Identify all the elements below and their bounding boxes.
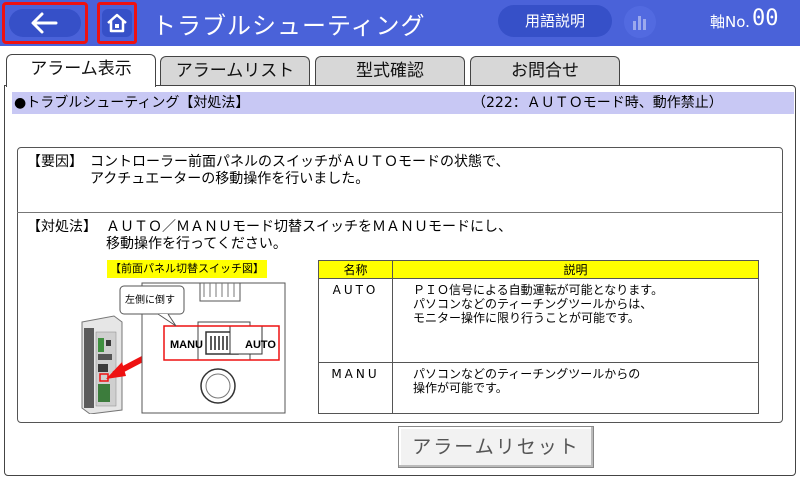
chart-button[interactable]	[624, 6, 656, 38]
remedy-label: 【対処法】	[27, 219, 97, 235]
table-row: MANU パソコンなどのティーチングツールからの 操作が可能です。	[318, 362, 759, 414]
tab-alarm-display[interactable]: アラーム表示	[6, 54, 156, 87]
mode-description: ＰＩＯ信号による自動運転が可能となります。 パソコンなどのティーチングツールから…	[392, 278, 759, 363]
header-bar: トラブルシューティング 用語説明 軸No. 00	[0, 0, 800, 46]
home-button[interactable]	[97, 2, 137, 44]
description-line: モニター操作に限り行うことが可能です。	[413, 311, 640, 325]
auto-label: AUTO	[245, 339, 276, 351]
tab-contact[interactable]: お問合せ	[470, 56, 620, 86]
bar-chart-icon	[633, 16, 646, 30]
mode-table: 名称 説明 AUTO ＰＩＯ信号による自動運転が可能となります。 パソコンなどの…	[318, 260, 759, 414]
table-header-description: 説明	[392, 260, 759, 279]
arrow-left-icon	[31, 12, 58, 34]
alarm-reset-button[interactable]: アラームリセット	[398, 426, 594, 468]
description-line: パソコンなどのティーチングツールからは、	[413, 297, 653, 311]
tab-bar: アラーム表示 アラームリスト 型式確認 お問合せ	[0, 54, 800, 87]
callout-text: 左側に倒す	[125, 293, 175, 306]
divider	[17, 212, 783, 213]
remedy-line-1: ＡＵＴＯ／ＭＡＮＵモード切替スイッチをＭＡＮＵモードにし、	[106, 219, 512, 235]
axis-label: 軸No.	[710, 13, 750, 31]
description-line: パソコンなどのティーチングツールからの	[413, 367, 641, 381]
table-row: AUTO ＰＩＯ信号による自動運転が可能となります。 パソコンなどのティーチング…	[318, 278, 759, 363]
diagram-title: 【前面パネル切替スイッチ図】	[107, 260, 267, 278]
mode-name: MANU	[318, 362, 393, 414]
page-title: トラブルシューティング	[152, 12, 426, 40]
description-line: 操作が可能です。	[413, 381, 508, 395]
remedy-line-2: 移動操作を行ってください。	[106, 236, 287, 252]
back-button[interactable]	[2, 2, 88, 44]
home-icon	[107, 13, 127, 33]
front-panel-diagram: MANU AUTO 左側に倒す	[81, 282, 286, 414]
cause-label: 【要因】	[27, 154, 83, 170]
alarm-code: （222：ＡＵＴＯモード時、動作禁止）	[472, 95, 723, 111]
cause-line-1: コントローラー前面パネルのスイッチがＡＵＴＯモードの状態で、	[90, 154, 510, 170]
cause-line-2: アクチュエーターの移動操作を行いました。	[90, 171, 370, 187]
glossary-button[interactable]: 用語説明	[498, 5, 612, 37]
mode-description: パソコンなどのティーチングツールからの 操作が可能です。	[392, 362, 759, 414]
tab-alarm-list[interactable]: アラームリスト	[160, 56, 310, 86]
info-bar: ●トラブルシューティング【対処法】 （222：ＡＵＴＯモード時、動作禁止）	[12, 92, 794, 114]
manu-label: MANU	[170, 339, 203, 351]
description-line: ＰＩＯ信号による自動運転が可能となります。	[413, 283, 664, 297]
mode-name: AUTO	[318, 278, 393, 363]
axis-number[interactable]: 00	[752, 6, 779, 31]
controller-unit-illustration	[81, 315, 123, 414]
table-header-name: 名称	[318, 260, 393, 279]
info-bar-title: ●トラブルシューティング【対処法】	[14, 95, 250, 111]
tab-model-check[interactable]: 型式確認	[315, 56, 465, 86]
